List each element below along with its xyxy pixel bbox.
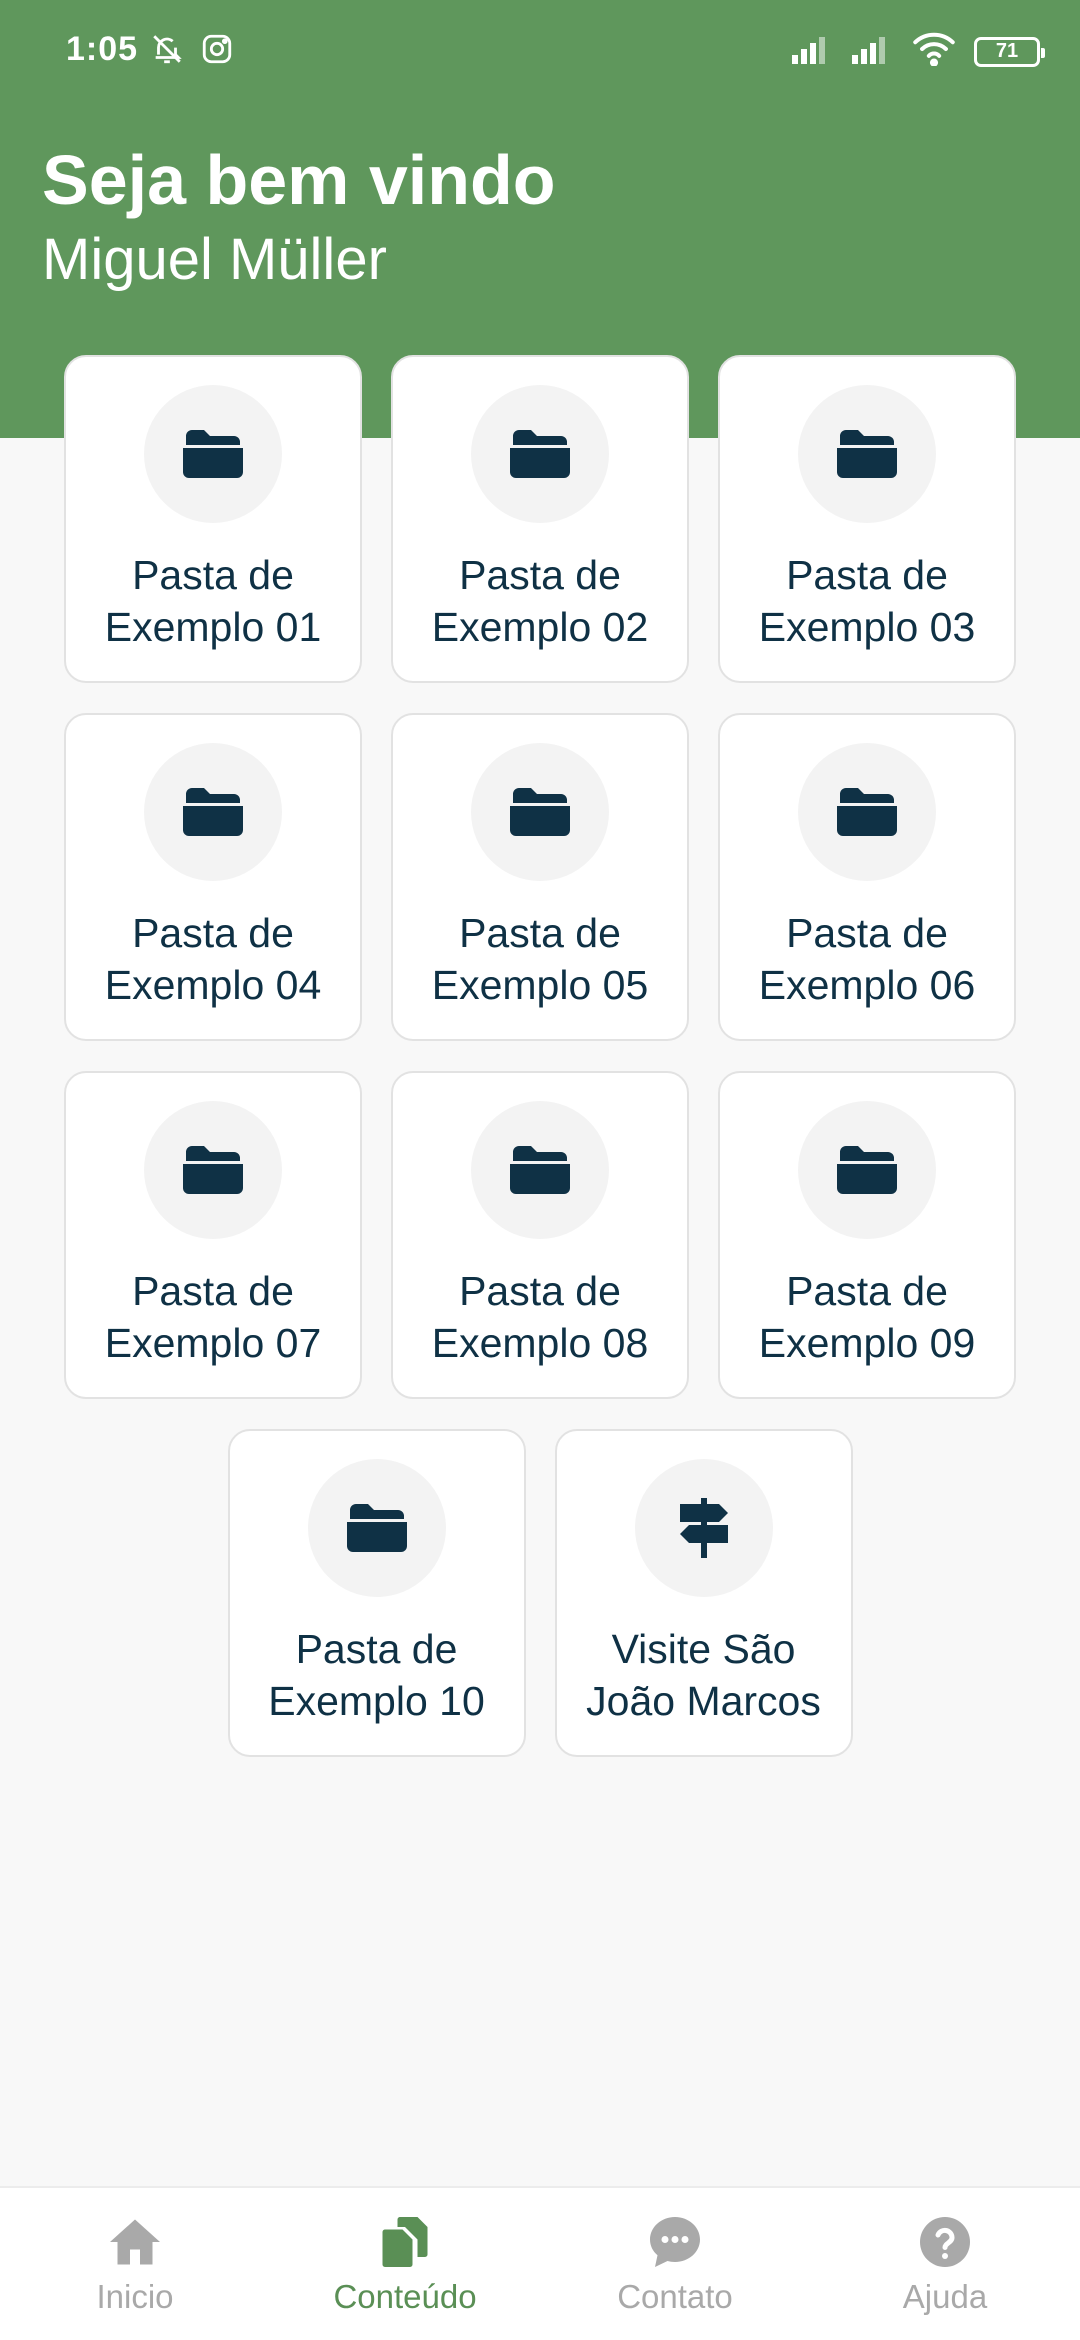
card-label-line: Pasta de (786, 1268, 948, 1314)
card-label-line: Pasta de (786, 552, 948, 598)
nav-item-ajuda[interactable]: Ajuda (810, 2188, 1080, 2316)
card-label-line: Exemplo 02 (431, 604, 649, 650)
card-label: Pasta de Exemplo 08 (405, 1265, 675, 1369)
content-card[interactable]: Pasta de Exemplo 07 (64, 1071, 362, 1399)
folder-icon (798, 385, 936, 523)
card-label-line: Exemplo 05 (431, 962, 649, 1008)
content-card[interactable]: Pasta de Exemplo 10 (227, 1429, 526, 1757)
help-icon (920, 2217, 970, 2267)
card-label-line: Exemplo 01 (104, 604, 322, 650)
signpost-icon (634, 1459, 773, 1597)
card-label-line: Exemplo 07 (104, 1320, 322, 1366)
folder-icon (798, 743, 936, 881)
signal-icon (792, 34, 834, 69)
welcome-title: Seja bem vindo (42, 141, 556, 219)
nav-label: Ajuda (902, 2278, 988, 2315)
folder-icon (471, 1101, 609, 1239)
folder-icon (798, 1101, 936, 1239)
folder-icon (144, 385, 282, 523)
card-label-line: Exemplo 03 (758, 604, 976, 650)
content-card[interactable]: Visite São João Marcos (554, 1429, 853, 1757)
content-card[interactable]: Pasta de Exemplo 03 (718, 355, 1016, 683)
battery-icon: 71 (974, 36, 1045, 67)
nav-label: Contato (617, 2278, 733, 2315)
nav-item-conteudo[interactable]: Conteúdo (270, 2188, 540, 2316)
card-label-line: João Marcos (586, 1678, 821, 1724)
card-label-line: Pasta de (459, 552, 621, 598)
bell-muted-icon (150, 32, 184, 71)
content-card[interactable]: Pasta de Exemplo 08 (391, 1071, 689, 1399)
content-card[interactable]: Pasta de Exemplo 06 (718, 713, 1016, 1041)
content-card[interactable]: Pasta de Exemplo 09 (718, 1071, 1016, 1399)
app-screen: 1:05 71 Seja bem vindo Miguel Müller Pas… (0, 0, 1080, 2340)
card-label-line: Pasta de (459, 1268, 621, 1314)
card-label: Pasta de Exemplo 05 (405, 907, 675, 1011)
user-name: Miguel Müller (42, 227, 387, 292)
card-label: Pasta de Exemplo 01 (78, 549, 348, 653)
documents-icon (382, 2217, 428, 2267)
status-time: 1:05 (66, 30, 139, 68)
folder-icon (144, 743, 282, 881)
nav-label: Conteúdo (333, 2278, 477, 2315)
content-card[interactable]: Pasta de Exemplo 01 (64, 355, 362, 683)
folder-icon (471, 743, 609, 881)
content-grid: Pasta de Exemplo 01 Pasta de Exemplo 02 Past… (64, 355, 1016, 1757)
wifi-icon (912, 32, 956, 71)
card-label-line: Pasta de (132, 910, 294, 956)
content-card[interactable]: Pasta de Exemplo 02 (391, 355, 689, 683)
card-label-line: Pasta de (132, 1268, 294, 1314)
card-label: Visite São João Marcos (569, 1623, 839, 1727)
status-bar: 1:05 71 (0, 0, 1080, 100)
card-label: Pasta de Exemplo 09 (732, 1265, 1002, 1369)
card-label: Pasta de Exemplo 04 (78, 907, 348, 1011)
folder-icon (144, 1101, 282, 1239)
card-label-line: Visite São (611, 1626, 796, 1672)
folder-icon (307, 1459, 446, 1597)
card-label-line: Exemplo 04 (104, 962, 322, 1008)
home-icon (110, 2219, 160, 2265)
instagram-icon (200, 32, 234, 71)
card-label-line: Pasta de (295, 1626, 458, 1672)
nav-label: Inicio (96, 2278, 174, 2315)
card-label-line: Exemplo 08 (431, 1320, 649, 1366)
card-label-line: Exemplo 10 (268, 1678, 485, 1724)
card-label: Pasta de Exemplo 02 (405, 549, 675, 653)
content-card[interactable]: Pasta de Exemplo 05 (391, 713, 689, 1041)
card-label-line: Pasta de (459, 910, 621, 956)
folder-icon (471, 385, 609, 523)
card-label: Pasta de Exemplo 07 (78, 1265, 348, 1369)
card-label: Pasta de Exemplo 03 (732, 549, 1002, 653)
card-label: Pasta de Exemplo 06 (732, 907, 1002, 1011)
bottom-navigation: Inicio Conteúdo Contato Ajuda (0, 2186, 1080, 2340)
card-label-line: Pasta de (132, 552, 294, 598)
card-label-line: Exemplo 09 (758, 1320, 976, 1366)
card-label-line: Exemplo 06 (758, 962, 976, 1008)
nav-item-inicio[interactable]: Inicio (0, 2188, 270, 2316)
card-label: Pasta de Exemplo 10 (242, 1623, 512, 1727)
card-label-line: Pasta de (786, 910, 948, 956)
signal-icon-2 (852, 34, 894, 69)
nav-item-contato[interactable]: Contato (540, 2188, 810, 2316)
chat-icon (650, 2217, 700, 2267)
content-card[interactable]: Pasta de Exemplo 04 (64, 713, 362, 1041)
